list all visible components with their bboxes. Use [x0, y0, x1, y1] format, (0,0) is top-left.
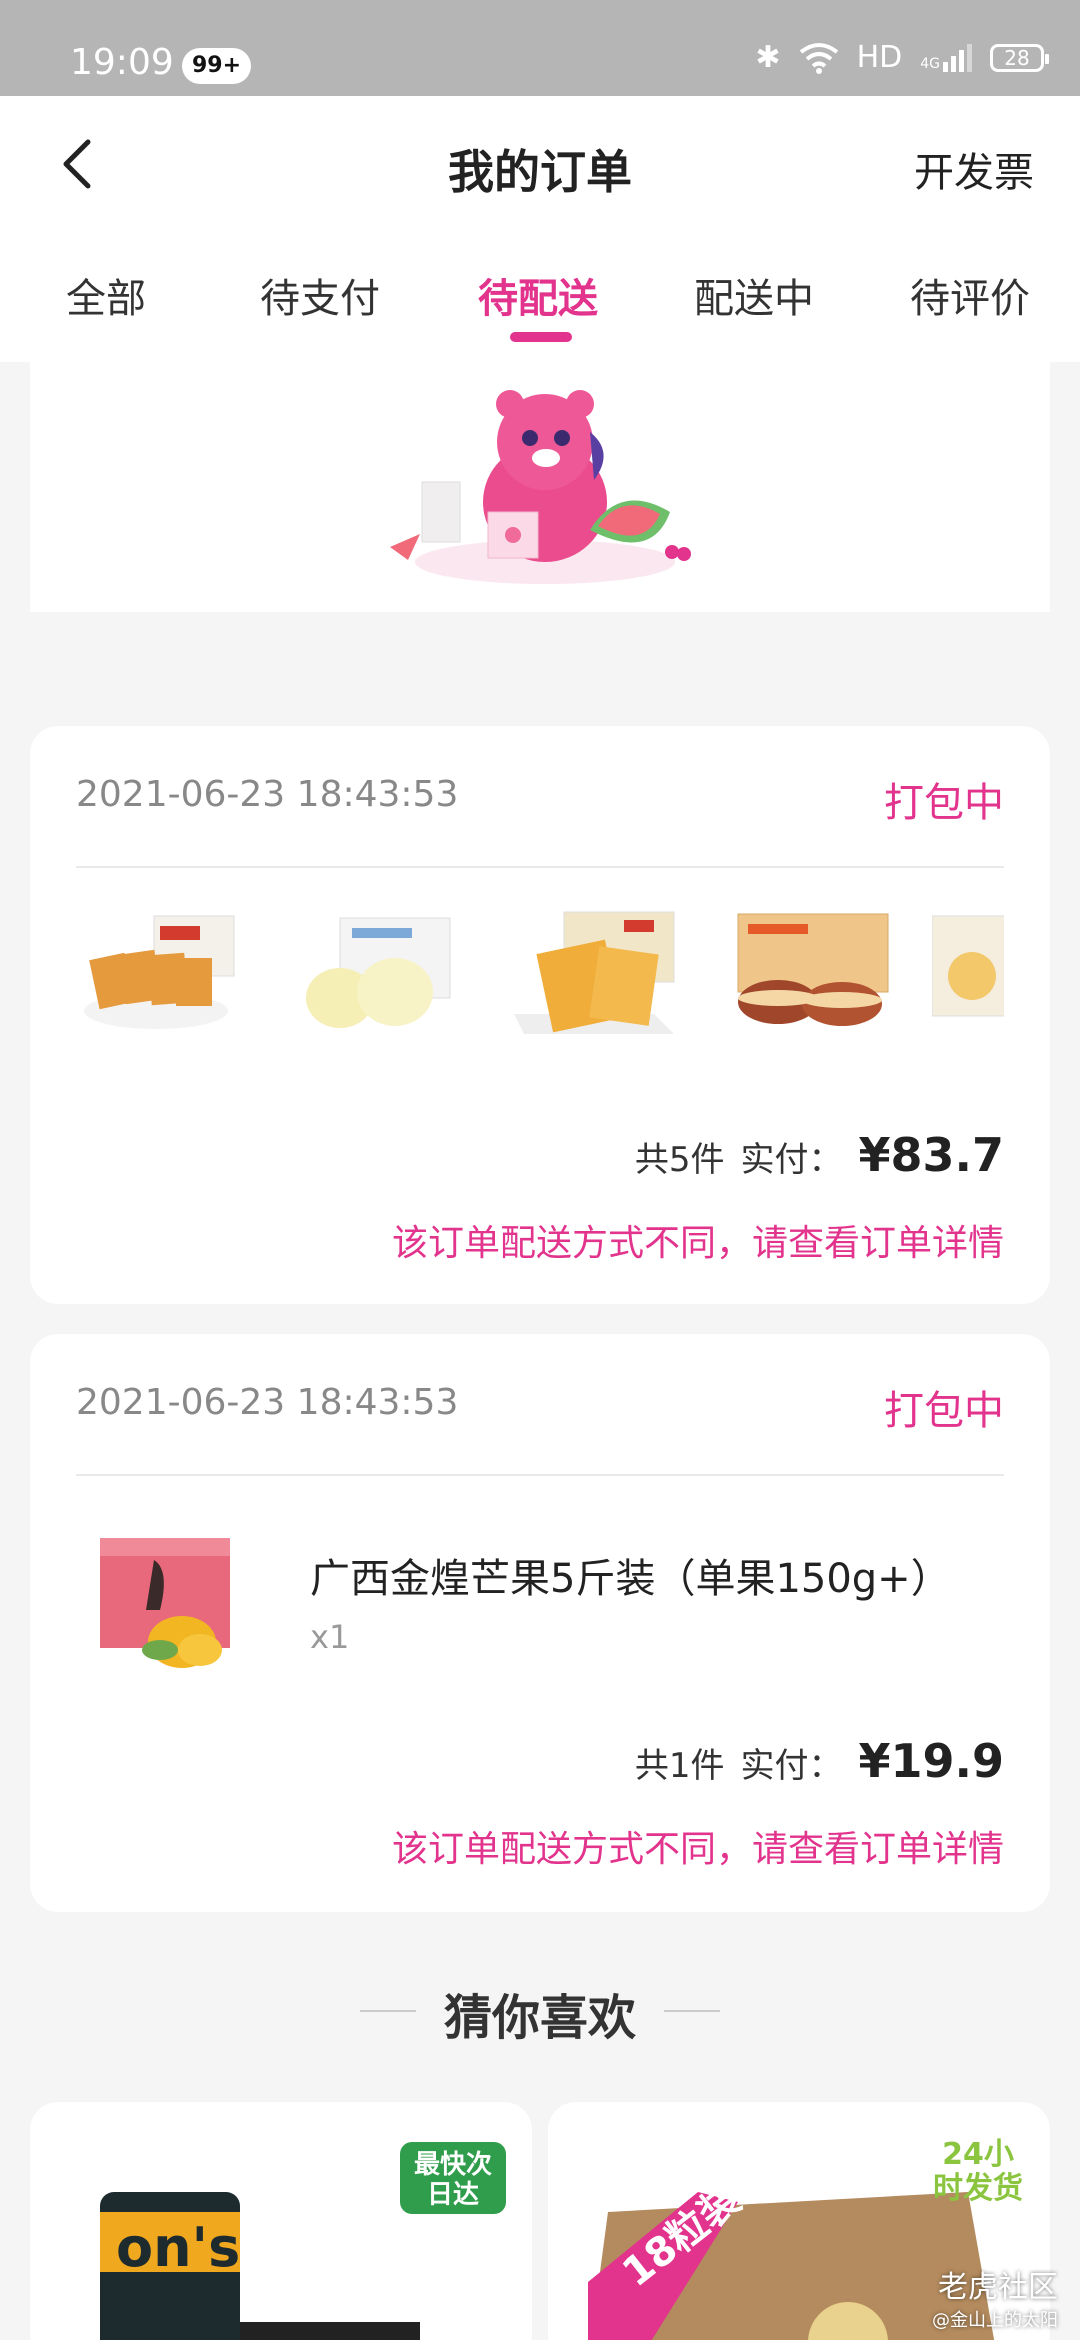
clock: 19:09 [70, 42, 174, 83]
recommend-title: 猜你喜欢 [443, 1990, 636, 2046]
divider [664, 2010, 720, 2012]
app-header: 我的订单 开发票 [0, 96, 1080, 234]
waffle-thumbnail [514, 911, 675, 1034]
order-card[interactable]: 2021-06-23 18:43:53 打包中 广西金煌芒果5斤装（单果150g… [30, 1334, 1050, 1912]
bluetooth-icon: ✱ [755, 40, 781, 75]
tab-pending-payment[interactable]: 待支付 [260, 266, 380, 324]
product-quantity: x1 [310, 1618, 350, 1656]
order-summary: 共1件 实付： ¥19.9 [635, 1734, 1004, 1788]
mascot-banner [30, 362, 1050, 612]
order-card[interactable]: 2021-06-23 18:43:53 打包中 共5件 实付： ¥83.7 该订… [30, 726, 1050, 1304]
delivery-note-link[interactable]: 该订单配送方式不同，请查看订单详情 [392, 1214, 1004, 1266]
wifi-icon [799, 42, 838, 74]
item-count: 共1件 [634, 1746, 725, 1786]
recommend-product-card[interactable]: on's 最快次日达 [30, 2102, 532, 2340]
steamed-bread-thumbnail [306, 917, 451, 1028]
signal-label: 4G [920, 55, 940, 72]
order-tabs: 全部 待支付 待配送 配送中 待评价 [0, 234, 1080, 362]
order-summary: 共5件 实付： ¥83.7 [635, 1128, 1004, 1182]
active-tab-indicator [510, 332, 572, 342]
paid-label: 实付： [740, 1746, 843, 1786]
notification-badge: 99+ [182, 48, 252, 84]
24h-shipping-badge: 24小时发货 [933, 2137, 1023, 2206]
order-status: 打包中 [884, 1388, 1004, 1434]
svg-text:on's: on's [116, 2216, 240, 2279]
tab-pending-delivery[interactable]: 待配送 [478, 266, 598, 324]
signal-icon: 4G [920, 43, 972, 72]
dorayaki-thumbnail [737, 913, 889, 1026]
community-watermark: 老虎社区 [938, 2270, 1058, 2305]
divider [76, 1474, 1004, 1476]
order-status: 打包中 [884, 780, 1004, 826]
status-bar: 19:09 99+ ✱ HD 4G 28 [0, 0, 1080, 96]
network-type: HD [856, 40, 903, 75]
bear-mascot-illustration [390, 390, 691, 584]
product-name: 广西金煌芒果5斤装（单果150g+） [310, 1556, 951, 1602]
fast-delivery-badge: 最快次日达 [413, 2150, 492, 2210]
delivery-note-link[interactable]: 该订单配送方式不同，请查看订单详情 [392, 1820, 1004, 1872]
order-datetime: 2021-06-23 18:43:53 [76, 1382, 459, 1423]
battery-icon: 28 [990, 43, 1049, 72]
paid-label: 实付： [740, 1140, 843, 1180]
order-datetime: 2021-06-23 18:43:53 [76, 774, 459, 815]
rice-cracker-thumbnail [84, 915, 235, 1029]
tab-all[interactable]: 全部 [66, 266, 146, 324]
product-thumbnails [76, 906, 1004, 1036]
status-icons: ✱ HD 4G 28 [755, 40, 1049, 75]
item-count: 共5件 [634, 1140, 725, 1180]
battery-level: 28 [1004, 45, 1030, 70]
mango-box-thumbnail [100, 1538, 230, 1668]
order-price: ¥83.7 [858, 1128, 1004, 1182]
divider [76, 866, 1004, 868]
tab-delivering[interactable]: 配送中 [694, 266, 814, 324]
egg-tart-thumbnail [932, 915, 1004, 1017]
energy-drink-can-image: on's [100, 2142, 506, 2340]
invoice-button[interactable]: 开发票 [914, 140, 1034, 198]
author-watermark: @金山上的太阳 [932, 2310, 1058, 2331]
tab-pending-review[interactable]: 待评价 [910, 266, 1030, 324]
order-price: ¥19.9 [858, 1734, 1004, 1788]
